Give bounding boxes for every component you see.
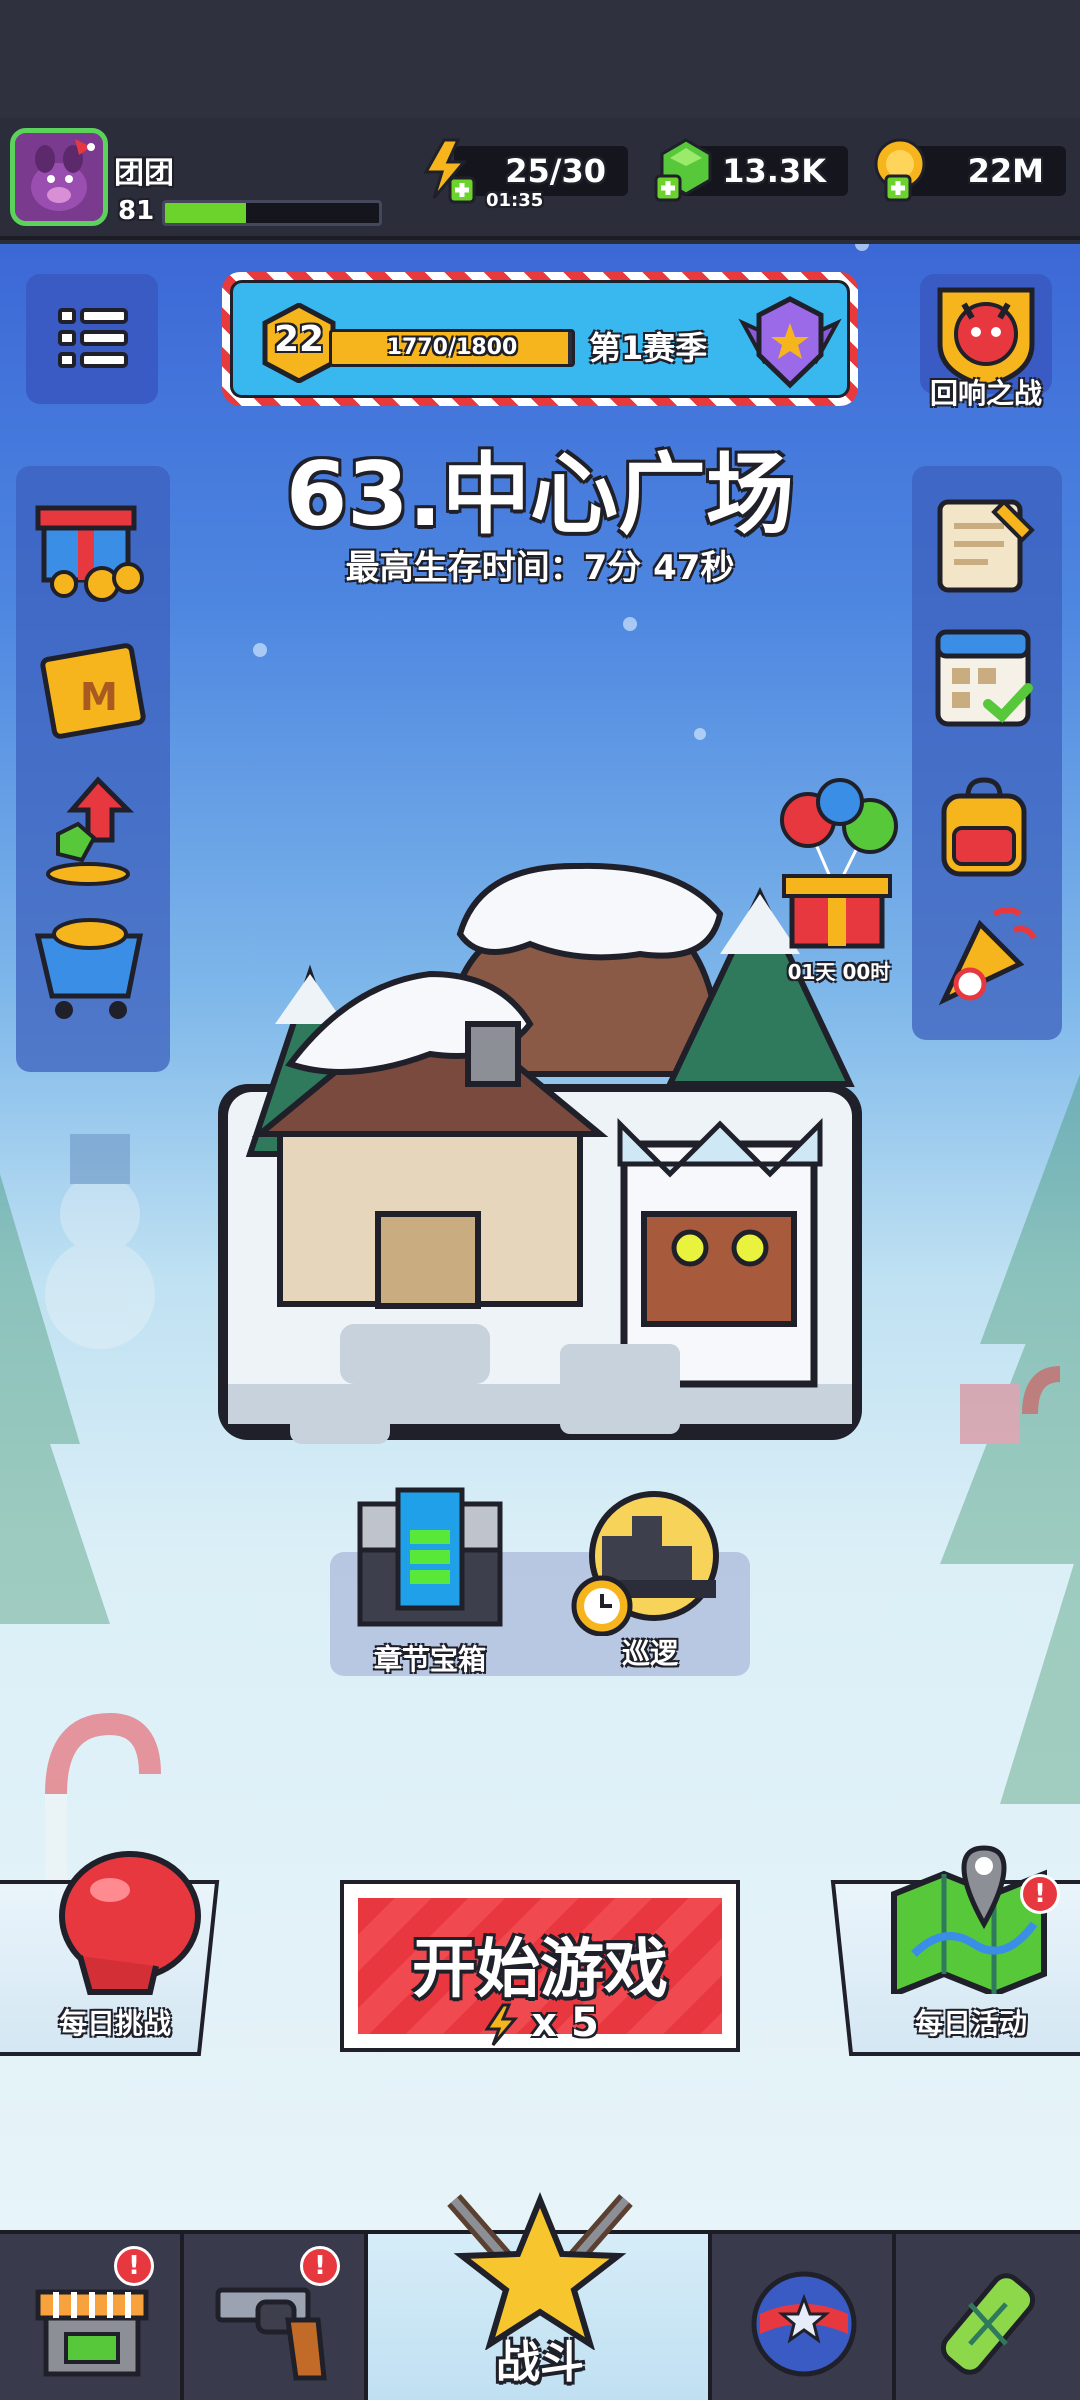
shop-stall-icon bbox=[35, 2289, 149, 2377]
daily-challenge-label: 每日挑战 bbox=[58, 2007, 171, 2040]
party-popper-icon[interactable] bbox=[924, 900, 1044, 1020]
xp-fill bbox=[165, 203, 247, 223]
map-pin-icon[interactable] bbox=[884, 1834, 1054, 1994]
patrol-label: 巡逻 bbox=[621, 1637, 678, 1670]
shopping-cart-icon[interactable] bbox=[28, 906, 158, 1026]
energy-add-icon[interactable] bbox=[414, 136, 482, 204]
season-rank-badge-icon bbox=[738, 296, 842, 389]
season-level: 22 bbox=[273, 319, 325, 360]
start-game-cost-value: x 5 bbox=[531, 2000, 599, 2046]
revolver-icon bbox=[215, 2287, 327, 2381]
xp-bar bbox=[162, 200, 382, 226]
season-panel[interactable]: 22 1770/1800 第1赛季 bbox=[222, 272, 858, 406]
patrol-icon[interactable] bbox=[562, 1476, 722, 1636]
quest-scroll-icon[interactable] bbox=[924, 482, 1044, 602]
season-progress-bar: 1770/1800 bbox=[329, 329, 575, 367]
backpack-icon[interactable] bbox=[924, 770, 1044, 890]
battle-star-icon bbox=[447, 2192, 633, 2350]
nav-tab-battle[interactable]: 战斗 bbox=[368, 2192, 712, 2400]
season-inner: 22 1770/1800 第1赛季 bbox=[230, 280, 850, 398]
battle-tab-label: 战斗 bbox=[496, 2337, 584, 2388]
echo-battle-label: 回响之战 bbox=[929, 377, 1042, 410]
menu-button[interactable] bbox=[26, 274, 158, 404]
start-game-inner: 开始游戏 x 5 bbox=[358, 1898, 722, 2046]
energy-timer: 01:35 bbox=[486, 190, 544, 211]
chapter-chest-icon[interactable] bbox=[350, 1484, 510, 1634]
nav-tab-evolution[interactable] bbox=[896, 2234, 1080, 2400]
dna-capsule-icon bbox=[940, 2273, 1036, 2375]
chapter-chest-label: 章节宝箱 bbox=[373, 1643, 486, 1676]
svg-text:M: M bbox=[80, 675, 118, 719]
nav-tab-equipment[interactable]: ! bbox=[184, 2234, 368, 2400]
boar-avatar-icon bbox=[15, 133, 103, 221]
nav-tab-talents[interactable] bbox=[712, 2234, 896, 2400]
coin-add-icon[interactable] bbox=[866, 136, 934, 204]
player-avatar[interactable] bbox=[10, 128, 108, 226]
balloon-gift-icon[interactable] bbox=[774, 776, 904, 956]
start-game-label: 开始游戏 bbox=[412, 1933, 668, 2007]
player-name: 团团 bbox=[114, 156, 174, 191]
gift-timer: 01天 00时 bbox=[787, 960, 891, 984]
start-game-cost: x 5 bbox=[358, 2000, 722, 2047]
daily-events-alert-badge: ! bbox=[1020, 1874, 1060, 1914]
gem-growth-icon[interactable] bbox=[28, 770, 158, 890]
energy-bolt-icon bbox=[484, 2003, 519, 2046]
star-orb-icon bbox=[751, 2271, 857, 2377]
menu-list-icon bbox=[58, 308, 128, 368]
gift-box-coins-icon[interactable] bbox=[28, 484, 158, 604]
start-game-button[interactable]: 开始游戏 x 5 bbox=[340, 1880, 740, 2052]
bottom-nav: ! ! 战斗 bbox=[0, 2192, 1080, 2400]
season-progress-text: 1770/1800 bbox=[386, 335, 518, 360]
membership-card-icon[interactable]: M bbox=[28, 630, 158, 750]
shop-alert-badge: ! bbox=[114, 2246, 154, 2286]
boxing-glove-icon[interactable] bbox=[40, 1846, 210, 1996]
system-status-bar bbox=[0, 0, 1080, 118]
daily-events-label: 每日活动 bbox=[914, 2007, 1027, 2040]
calendar-check-icon[interactable] bbox=[924, 616, 1044, 736]
nav-tab-shop[interactable]: ! bbox=[0, 2234, 184, 2400]
player-level: 81 bbox=[118, 196, 155, 226]
equipment-alert-badge: ! bbox=[300, 2246, 340, 2286]
season-title: 第1赛季 bbox=[589, 329, 708, 367]
gem-add-icon[interactable] bbox=[652, 136, 720, 204]
